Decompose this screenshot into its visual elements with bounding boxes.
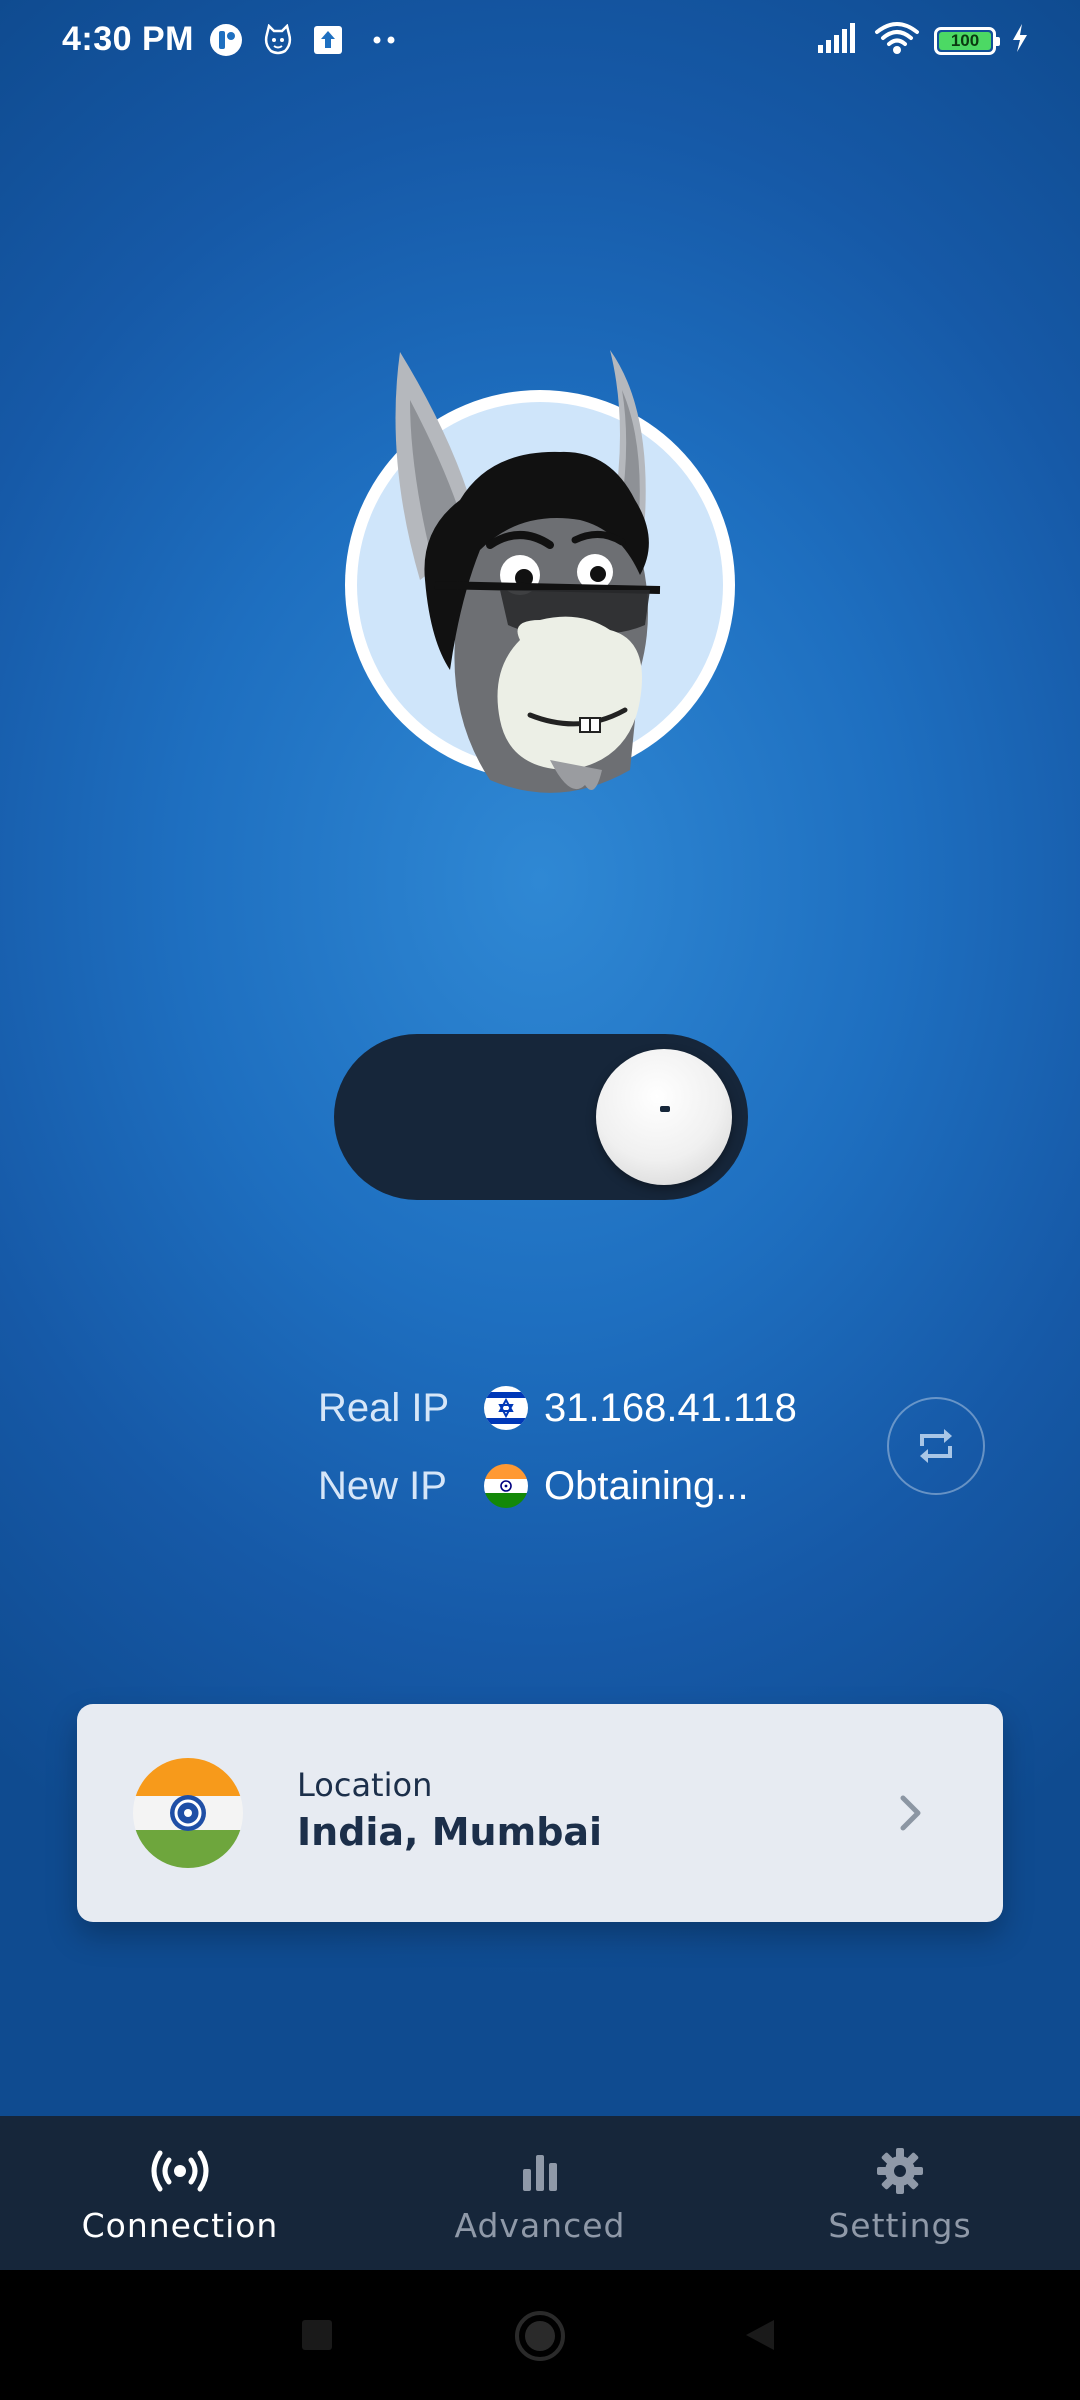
status-bar: 4:30 PM 100 <box>0 0 1080 84</box>
battery-icon: 100 <box>934 26 1000 55</box>
real-ip-label: Real IP <box>318 1385 450 1430</box>
israel-flag-icon <box>484 1386 528 1430</box>
app-notification-icon <box>208 22 244 58</box>
new-ip-row: New IP Obtaining... <box>318 1461 749 1511</box>
vpn-app-screen: 4:30 PM 100 Real IP 31.168.41.118 New IP… <box>0 0 1080 2400</box>
tab-connection[interactable]: Connection <box>0 2116 360 2270</box>
chevron-right-icon <box>885 1788 935 1838</box>
system-navigation-bar <box>0 2270 1080 2400</box>
cat-face-icon <box>260 22 296 58</box>
tab-advanced[interactable]: Advanced <box>360 2116 720 2270</box>
signal-icon <box>816 21 860 60</box>
donkey-mascot-logo <box>340 340 740 800</box>
bar-chart-icon <box>510 2146 570 2196</box>
tab-settings[interactable]: Settings <box>720 2116 1080 2270</box>
refresh-ip-button[interactable] <box>887 1397 985 1495</box>
real-ip-value: 31.168.41.118 <box>544 1385 797 1430</box>
more-dots-icon <box>366 22 402 58</box>
status-indicators: 100 <box>816 20 1030 61</box>
gear-icon <box>870 2146 930 2196</box>
refresh-icon <box>920 1429 952 1463</box>
wifi-icon <box>874 20 920 61</box>
recent-apps-button[interactable] <box>300 2318 334 2357</box>
india-flag-icon <box>133 1758 243 1868</box>
status-time: 4:30 PM <box>62 20 194 58</box>
tab-settings-label: Settings <box>828 2206 972 2245</box>
tab-connection-label: Connection <box>81 2206 279 2245</box>
upload-icon <box>310 22 346 58</box>
broadcast-icon <box>150 2146 210 2196</box>
toggle-knob[interactable] <box>596 1049 732 1185</box>
real-ip-row: Real IP 31.168.41.118 <box>318 1383 797 1433</box>
back-button[interactable] <box>742 2318 776 2357</box>
back-triangle-icon <box>746 2320 774 2350</box>
bottom-navigation: Connection Advanced Settings <box>0 2116 1080 2270</box>
square-icon <box>302 2320 332 2350</box>
new-ip-value: Obtaining... <box>544 1463 749 1508</box>
location-selector-card[interactable]: Location India, Mumbai <box>77 1704 1003 1922</box>
vpn-connect-toggle[interactable] <box>334 1034 748 1200</box>
home-button[interactable] <box>514 2310 566 2367</box>
tab-advanced-label: Advanced <box>454 2206 626 2245</box>
circle-home-icon <box>515 2311 565 2361</box>
location-value: India, Mumbai <box>297 1810 603 1854</box>
charging-icon <box>1010 23 1030 58</box>
battery-level: 100 <box>939 31 991 50</box>
location-label: Location <box>297 1766 433 1804</box>
india-flag-icon <box>484 1464 528 1508</box>
new-ip-label: New IP <box>318 1463 447 1508</box>
